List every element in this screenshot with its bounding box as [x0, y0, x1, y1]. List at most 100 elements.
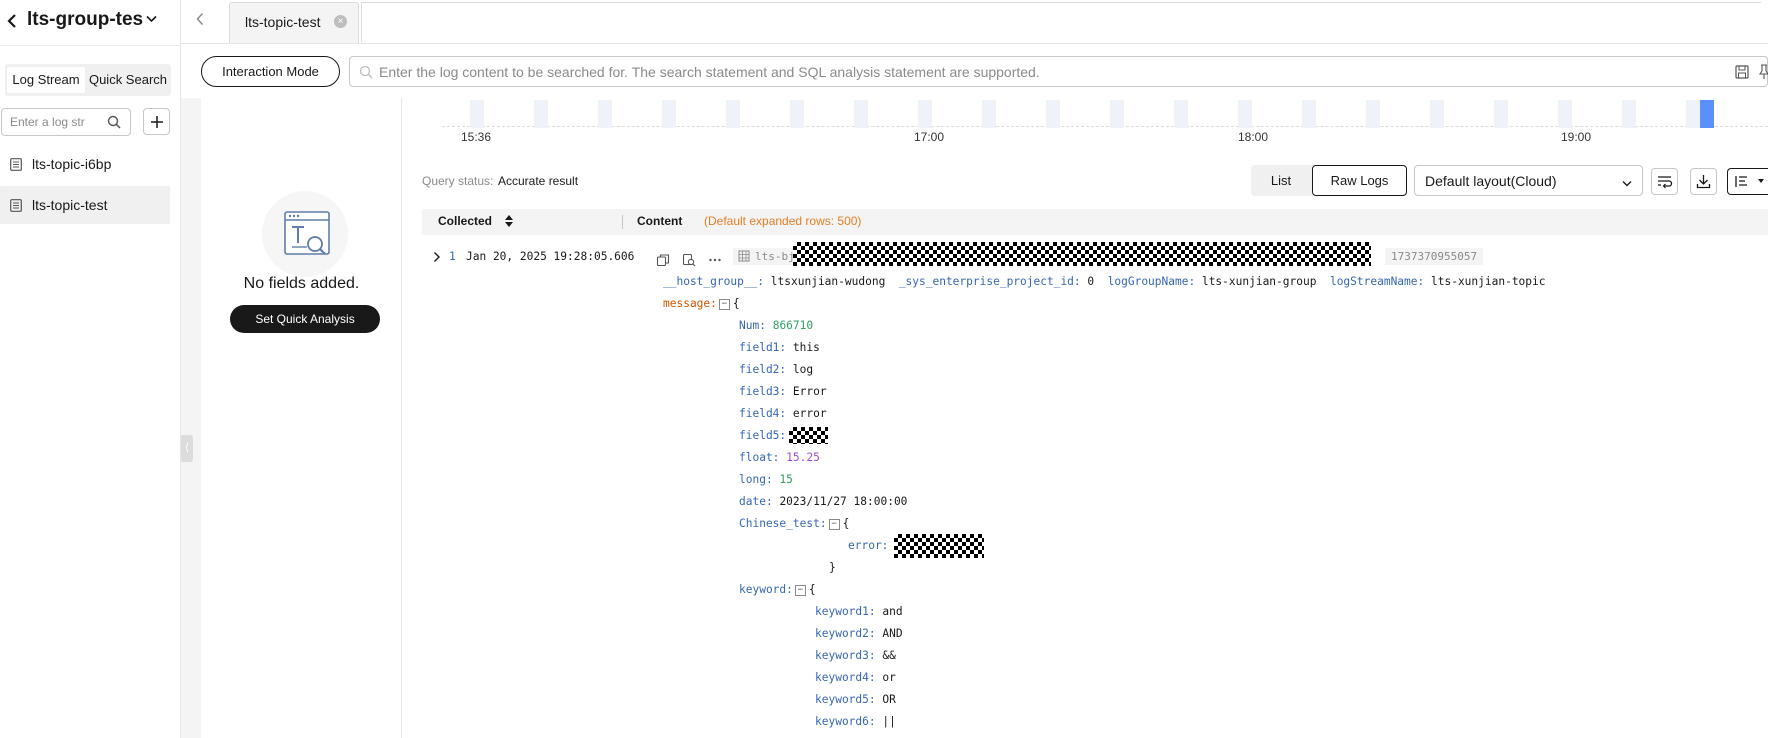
- histogram-bar[interactable]: [1238, 100, 1252, 128]
- histogram-bar[interactable]: [1302, 100, 1316, 128]
- collapse-icon[interactable]: −: [718, 298, 730, 310]
- column-header-collected[interactable]: Collected: [438, 214, 492, 228]
- log-group-title[interactable]: lts-group-tes: [27, 9, 147, 31]
- add-log-stream-button[interactable]: [143, 108, 170, 135]
- back-arrow-icon[interactable]: [6, 12, 22, 32]
- field-key: keyword3:: [815, 649, 876, 662]
- field-key: field1:: [739, 341, 787, 354]
- histogram-bar[interactable]: [534, 100, 548, 128]
- field-key: keyword6:: [815, 715, 876, 728]
- more-icon[interactable]: [708, 253, 722, 267]
- redacted-mask: [894, 534, 984, 558]
- histogram-bar-active[interactable]: [1700, 100, 1714, 128]
- field-value: lts-xunjian-topic: [1431, 275, 1546, 288]
- json-object-field: Chinese_test: −{: [739, 517, 849, 531]
- column-divider: [622, 215, 623, 229]
- histogram-bar[interactable]: [854, 100, 868, 128]
- log-row-time: Jan 20, 2025 19:28:05.606: [466, 250, 635, 263]
- view-context-icon[interactable]: [682, 253, 696, 267]
- log-stream-search: [1, 108, 131, 136]
- field-settings-button[interactable]: [1727, 168, 1768, 195]
- layout-select-value: Default layout(Cloud): [1425, 173, 1557, 189]
- pin-icon[interactable]: [1758, 64, 1768, 80]
- log-meta-chip: 1737370955057: [1385, 248, 1484, 265]
- copy-icon[interactable]: [656, 253, 670, 267]
- json-field: error:: [848, 539, 888, 553]
- histogram-bar[interactable]: [982, 100, 996, 128]
- collapse-icon[interactable]: −: [794, 584, 806, 596]
- histogram-bar[interactable]: [1110, 100, 1124, 128]
- column-header-content: Content: [637, 214, 683, 228]
- field-value: 15: [779, 473, 793, 486]
- field-key: field2:: [739, 363, 787, 376]
- histogram-bar[interactable]: [1686, 100, 1700, 128]
- set-quick-analysis-button[interactable]: Set Quick Analysis: [230, 305, 380, 333]
- sort-icon[interactable]: [504, 214, 514, 228]
- log-histogram[interactable]: 15:36 17:00 18:00 19:00: [402, 98, 1768, 150]
- field-value: 15.25: [786, 451, 820, 464]
- sidebar: lts-group-tes Log Stream Quick Search lt…: [0, 0, 181, 738]
- histogram-bar[interactable]: [1046, 100, 1060, 128]
- field-value: 0: [1087, 275, 1095, 288]
- histogram-bar[interactable]: [1174, 100, 1188, 128]
- histogram-bar[interactable]: [790, 100, 804, 128]
- chevron-down-icon[interactable]: [146, 12, 157, 26]
- close-icon[interactable]: ×: [334, 15, 347, 28]
- histogram-bar[interactable]: [1622, 100, 1636, 128]
- field-key: Chinese_test:: [739, 517, 827, 530]
- tab-quick-search[interactable]: Quick Search: [87, 67, 169, 93]
- brace: {: [808, 583, 816, 596]
- chevron-left-icon[interactable]: [196, 12, 204, 30]
- sidebar-item-label: lts-topic-i6bp: [32, 156, 112, 172]
- histogram-bar[interactable]: [918, 100, 932, 128]
- histogram-bar[interactable]: [598, 100, 612, 128]
- sidebar-item-lts-topic-test[interactable]: lts-topic-test: [0, 186, 170, 224]
- json-field: long: 15: [739, 473, 793, 487]
- search-icon[interactable]: [107, 115, 121, 129]
- log-stream-search-input[interactable]: [10, 114, 100, 130]
- redacted-mask: [789, 427, 828, 444]
- query-status-label: Query status:: [422, 174, 494, 188]
- field-value: 866710: [772, 319, 814, 332]
- quick-analysis-panel: No fields added. Set Quick Analysis: [201, 98, 402, 738]
- field-value: OR: [882, 693, 896, 706]
- tab-log-stream[interactable]: Log Stream: [7, 67, 85, 93]
- field-key: field4:: [739, 407, 787, 420]
- tab-lts-topic-test[interactable]: lts-topic-test ×: [229, 2, 359, 43]
- histogram-bar[interactable]: [470, 100, 484, 128]
- expanded-rows-note: (Default expanded rows: 500): [704, 214, 862, 228]
- field-key: keyword1:: [815, 605, 876, 618]
- json-field: keyword5: OR: [815, 693, 896, 707]
- histogram-bar[interactable]: [1430, 100, 1444, 128]
- histogram-bar[interactable]: [1366, 100, 1380, 128]
- brace: {: [842, 517, 850, 530]
- field-key: keyword2:: [815, 627, 876, 640]
- tab-bar: lts-topic-test ×: [181, 0, 1768, 44]
- wrap-lines-button[interactable]: [1651, 168, 1678, 195]
- download-button[interactable]: [1690, 168, 1717, 195]
- query-input[interactable]: [379, 63, 1559, 81]
- field-key: message:: [663, 297, 717, 310]
- sidebar-item-lts-topic-i6bp[interactable]: lts-topic-i6bp: [0, 145, 170, 183]
- histogram-bar[interactable]: [662, 100, 676, 128]
- interaction-mode-button[interactable]: Interaction Mode: [201, 56, 340, 87]
- json-field: keyword6: ||: [815, 715, 896, 729]
- field-key: date:: [739, 495, 773, 508]
- no-fields-illustration-icon: [261, 190, 349, 278]
- collapse-panel-handle[interactable]: ⟨: [181, 435, 193, 462]
- histogram-bar[interactable]: [726, 100, 740, 128]
- log-row-index: 1: [449, 250, 456, 263]
- sidebar-header: lts-group-tes: [0, 0, 180, 46]
- save-icon[interactable]: [1735, 65, 1749, 79]
- collapse-icon[interactable]: −: [828, 518, 840, 530]
- message-field: message: −{: [663, 297, 740, 311]
- histogram-bar[interactable]: [1558, 100, 1572, 128]
- field-value: log: [792, 363, 814, 376]
- histogram-bar[interactable]: [1494, 100, 1508, 128]
- json-field: keyword3: &&: [815, 649, 896, 663]
- raw-logs-view-button[interactable]: Raw Logs: [1312, 165, 1407, 196]
- layout-select[interactable]: Default layout(Cloud): [1414, 165, 1643, 196]
- list-view-button[interactable]: List: [1251, 165, 1311, 196]
- field-key: _sys_enterprise_project_id:: [898, 275, 1081, 288]
- expand-row-chevron-icon[interactable]: [433, 251, 441, 266]
